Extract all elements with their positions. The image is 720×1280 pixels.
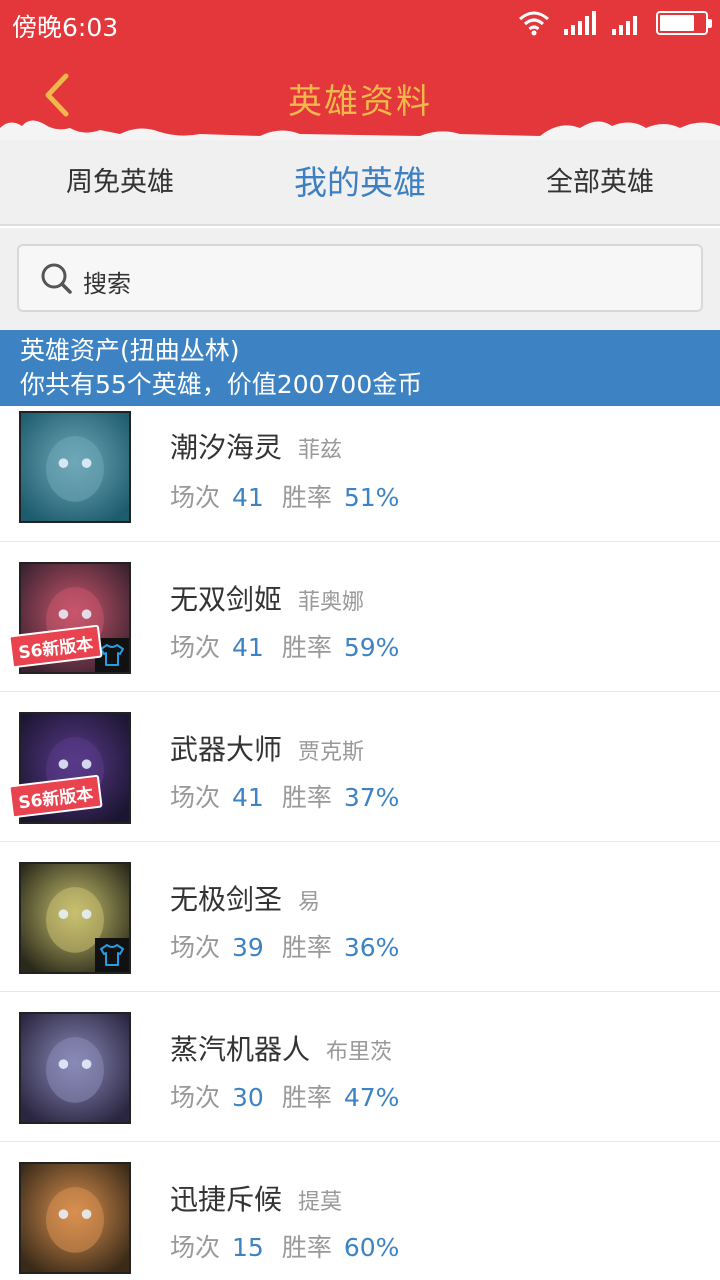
skin-badge	[95, 938, 129, 972]
hero-title: 布里茨	[326, 1040, 393, 1065]
hero-title: 菲兹	[298, 438, 343, 463]
status-bar: 傍晚6:03	[0, 0, 720, 50]
status-icons	[518, 10, 712, 36]
search-placeholder: 搜索	[83, 270, 131, 298]
games-value: 39	[232, 933, 264, 962]
title-bar: 英雄资料	[0, 50, 720, 140]
asset-banner: 英雄资产(扭曲丛林) 你共有55个英雄，价值200700金币	[0, 330, 720, 406]
hero-name-row: 蒸汽机器人 布里茨	[170, 1028, 392, 1068]
shirt-icon	[100, 644, 124, 666]
hero-name: 无双剑姬	[170, 583, 283, 616]
blitzcrank-portrait	[19, 1012, 131, 1124]
hero-stats: 场次 41 胜率 37%	[170, 778, 417, 814]
tab-my-heroes[interactable]: 我的英雄	[240, 140, 480, 224]
masteryi-portrait	[19, 862, 131, 974]
wifi-icon	[519, 11, 549, 36]
games-value: 15	[232, 1233, 264, 1262]
hero-name: 潮汐海灵	[170, 431, 283, 464]
teemo-portrait	[19, 1162, 131, 1274]
tab-free-heroes[interactable]: 周免英雄	[0, 140, 240, 224]
hero-row[interactable]: 无极剑圣 易 场次 39 胜率 36%	[0, 842, 720, 992]
hero-portrait-art	[21, 1014, 129, 1122]
hero-stats: 场次 41 胜率 59%	[170, 628, 417, 664]
games-value: 30	[232, 1083, 264, 1112]
shirt-icon	[100, 944, 124, 966]
search-input[interactable]: 搜索	[17, 244, 703, 312]
games-label: 场次	[170, 1233, 221, 1262]
signal-icon-2	[612, 16, 637, 35]
tab-all-heroes[interactable]: 全部英雄	[480, 140, 720, 224]
winrate-label: 胜率	[281, 1233, 332, 1262]
games-label: 场次	[170, 783, 221, 812]
games-label: 场次	[170, 483, 221, 512]
hero-name: 蒸汽机器人	[170, 1033, 311, 1066]
search-icon	[41, 263, 72, 294]
winrate-value: 37%	[343, 783, 400, 812]
hero-stats: 场次 39 胜率 36%	[170, 928, 417, 964]
hero-row[interactable]: S6新版本 无双剑姬 菲奥娜 场次 41 胜率 59%	[0, 542, 720, 692]
hero-row[interactable]: 迅捷斥候 提莫 场次 15 胜率 60%	[0, 1142, 720, 1280]
winrate-label: 胜率	[281, 1083, 332, 1112]
cloud-decoration	[0, 120, 720, 140]
hero-name: 无极剑圣	[170, 883, 283, 916]
winrate-value: 59%	[343, 633, 400, 662]
search-area: 搜索	[0, 228, 720, 330]
hero-name: 迅捷斥候	[170, 1183, 283, 1216]
winrate-value: 47%	[343, 1083, 400, 1112]
games-label: 场次	[170, 933, 221, 962]
hero-row[interactable]: S6新版本 武器大师 贾克斯 场次 41 胜率 37%	[0, 692, 720, 842]
hero-title: 提莫	[298, 1190, 343, 1215]
hero-name: 武器大师	[170, 733, 283, 766]
hero-name-row: 无极剑圣 易	[170, 878, 320, 918]
hero-stats: 场次 41 胜率 51%	[170, 478, 417, 514]
fizz-portrait	[19, 411, 131, 523]
winrate-label: 胜率	[281, 633, 332, 662]
winrate-value: 51%	[343, 483, 400, 512]
battery-icon	[656, 11, 712, 35]
winrate-value: 36%	[343, 933, 400, 962]
hero-list: 潮汐海灵 菲兹 场次 41 胜率 51% S6新版本 无双剑姬 菲奥娜 场次 4…	[0, 406, 720, 1280]
hero-title: 菲奥娜	[298, 590, 365, 615]
hero-title: 贾克斯	[298, 740, 365, 765]
hero-title: 易	[298, 890, 321, 915]
hero-portrait-art	[21, 1164, 129, 1272]
hero-portrait-art	[21, 413, 129, 521]
asset-title: 英雄资产(扭曲丛林)	[20, 336, 240, 365]
asset-summary: 你共有55个英雄，价值200700金币	[20, 370, 423, 399]
hero-name-row: 潮汐海灵 菲兹	[170, 426, 342, 466]
hero-row[interactable]: 蒸汽机器人 布里茨 场次 30 胜率 47%	[0, 992, 720, 1142]
hero-row[interactable]: 潮汐海灵 菲兹 场次 41 胜率 51%	[0, 406, 720, 542]
signal-icon	[564, 11, 596, 35]
games-label: 场次	[170, 633, 221, 662]
hero-name-row: 迅捷斥候 提莫	[170, 1178, 342, 1218]
hero-name-row: 武器大师 贾克斯	[170, 728, 364, 768]
app-header: 傍晚6:03 英雄资料	[0, 0, 720, 140]
hero-name-row: 无双剑姬 菲奥娜	[170, 578, 364, 618]
tab-bar: 周免英雄 我的英雄 全部英雄	[0, 140, 720, 226]
games-value: 41	[232, 483, 264, 512]
hero-stats: 场次 30 胜率 47%	[170, 1078, 417, 1114]
winrate-label: 胜率	[281, 783, 332, 812]
games-label: 场次	[170, 1083, 221, 1112]
winrate-label: 胜率	[281, 933, 332, 962]
winrate-label: 胜率	[281, 483, 332, 512]
status-time: 傍晚6:03	[12, 13, 119, 42]
winrate-value: 60%	[343, 1233, 400, 1262]
games-value: 41	[232, 633, 264, 662]
hero-stats: 场次 15 胜率 60%	[170, 1228, 417, 1264]
games-value: 41	[232, 783, 264, 812]
